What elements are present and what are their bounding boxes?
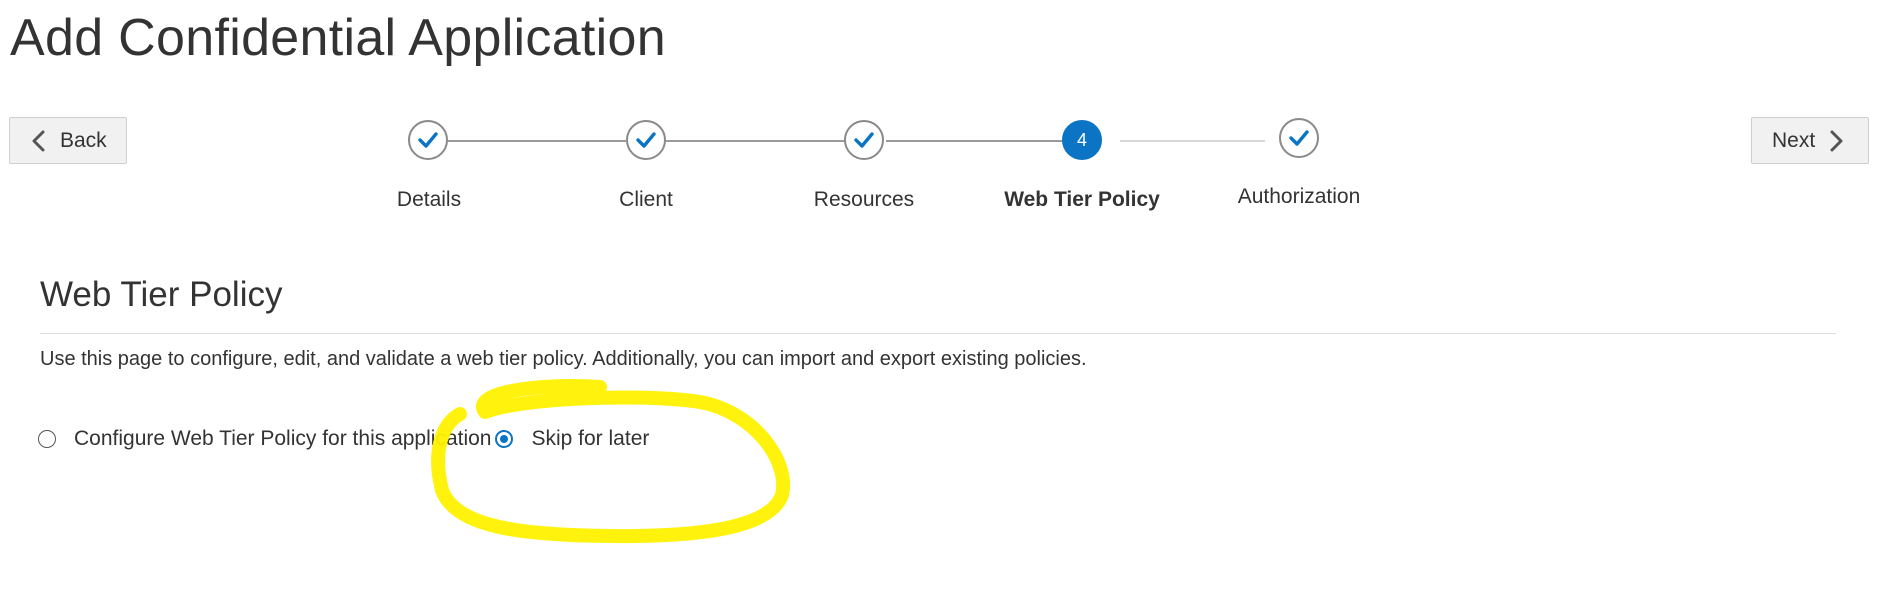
section-divider	[40, 333, 1836, 334]
checkmark-icon	[1289, 130, 1309, 146]
train-connector	[1120, 140, 1265, 142]
skip-for-later-label[interactable]: Skip for later	[531, 427, 649, 451]
section-description: Use this page to configure, edit, and va…	[40, 348, 1087, 370]
train-label-client[interactable]: Client	[619, 188, 673, 212]
checkmark-icon	[636, 132, 656, 148]
train-stop-resources[interactable]	[844, 120, 884, 160]
page: Add Confidential Application Back Next D…	[0, 0, 1882, 613]
train-stop-client[interactable]	[626, 120, 666, 160]
train-connector	[886, 140, 1066, 142]
train-step-number: 4	[1076, 129, 1087, 150]
train-label-authorization[interactable]: Authorization	[1238, 185, 1361, 209]
train-stop-authorization[interactable]	[1279, 118, 1319, 158]
train-label-resources[interactable]: Resources	[814, 188, 914, 212]
configure-policy-radio[interactable]	[38, 430, 56, 448]
train-stop-web-tier-policy[interactable]: 4	[1062, 120, 1102, 160]
skip-for-later-radio[interactable]	[495, 430, 514, 448]
section-title: Web Tier Policy	[40, 275, 283, 314]
skip-option: Skip for later	[495, 427, 649, 451]
web-tier-policy-radio-group: Configure Web Tier Policy for this appli…	[38, 427, 649, 451]
train-label-details[interactable]: Details	[397, 188, 461, 212]
train-stop-details[interactable]	[408, 120, 448, 160]
train-connector	[446, 140, 626, 142]
configure-policy-label[interactable]: Configure Web Tier Policy for this appli…	[74, 427, 491, 451]
checkmark-icon	[418, 132, 438, 148]
train-label-web-tier-policy[interactable]: Web Tier Policy	[1004, 188, 1160, 212]
progress-train: Details Client Resources 4 Web Tier Poli…	[0, 0, 1882, 240]
train-connector	[666, 140, 846, 142]
checkmark-icon	[854, 132, 874, 148]
